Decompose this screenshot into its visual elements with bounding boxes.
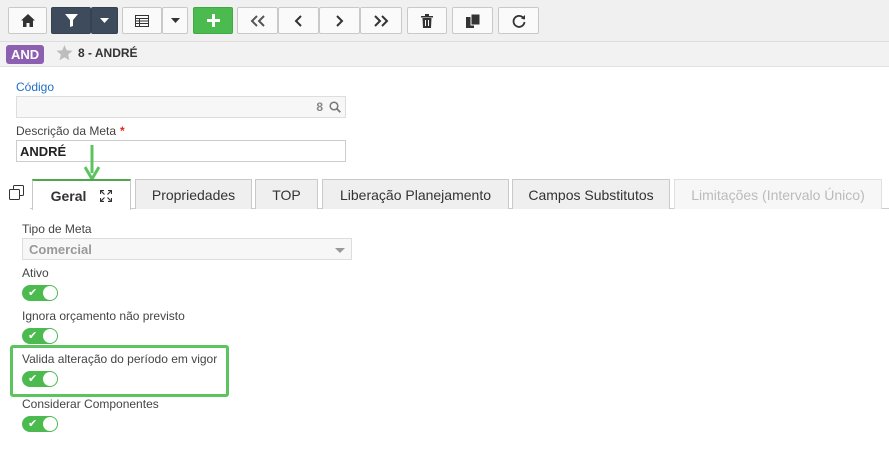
tab-top[interactable]: TOP bbox=[255, 179, 318, 209]
record-badge: AND bbox=[6, 45, 45, 64]
toggle-knob bbox=[43, 417, 57, 431]
tipo-meta-label: Tipo de Meta bbox=[22, 222, 92, 236]
add-button[interactable] bbox=[193, 7, 233, 34]
next-record-button[interactable] bbox=[319, 7, 360, 34]
grid-dropdown-button[interactable] bbox=[162, 7, 188, 34]
description-label-text: Descrição da Meta bbox=[16, 124, 117, 138]
grid-view-button[interactable] bbox=[122, 7, 162, 34]
grid-icon bbox=[135, 14, 149, 27]
duplicate-button[interactable] bbox=[452, 7, 493, 34]
tab-label: Liberação Planejamento bbox=[340, 186, 491, 203]
code-label: Código bbox=[16, 80, 55, 94]
tab-campos-substitutos[interactable]: Campos Substitutos bbox=[512, 179, 670, 209]
toggle-knob bbox=[43, 372, 57, 386]
check-icon: ✔ bbox=[28, 418, 38, 430]
search-icon[interactable] bbox=[329, 101, 341, 116]
ignora-orcamento-label: Ignora orçamento não previsto bbox=[22, 309, 185, 323]
tab-geral[interactable]: Geral bbox=[32, 179, 131, 210]
tab-label: Limitações (Intervalo Único) bbox=[691, 186, 865, 203]
toggle-knob bbox=[43, 329, 57, 343]
plus-icon bbox=[206, 14, 220, 27]
tab-limitacoes: Limitações (Intervalo Único) bbox=[674, 179, 882, 209]
ignora-orcamento-toggle[interactable]: ✔ bbox=[22, 328, 58, 344]
code-field[interactable]: 8 bbox=[16, 96, 346, 118]
copy-icon[interactable] bbox=[9, 185, 24, 203]
description-label: Descrição da Meta * bbox=[16, 124, 125, 138]
tipo-meta-value: Comercial bbox=[29, 242, 92, 257]
filter-dropdown-button[interactable] bbox=[91, 7, 118, 34]
caret-down-icon bbox=[335, 248, 345, 253]
description-field[interactable]: ANDRÉ bbox=[16, 140, 346, 162]
previous-record-button[interactable] bbox=[278, 7, 319, 34]
tab-label: Campos Substitutos bbox=[528, 186, 654, 203]
home-button[interactable] bbox=[8, 7, 47, 34]
caret-down-icon bbox=[170, 18, 180, 23]
refresh-icon bbox=[512, 14, 525, 28]
considerar-componentes-toggle[interactable]: ✔ bbox=[22, 416, 58, 432]
code-value: 8 bbox=[316, 100, 323, 114]
chevron-left-icon bbox=[294, 14, 302, 27]
check-icon: ✔ bbox=[28, 373, 38, 385]
check-icon: ✔ bbox=[28, 330, 38, 342]
check-icon: ✔ bbox=[28, 287, 38, 299]
delete-button[interactable] bbox=[407, 7, 447, 34]
filter-button[interactable] bbox=[51, 7, 91, 34]
caret-down-icon bbox=[100, 18, 109, 23]
record-header: AND 8 - ANDRÉ bbox=[0, 42, 889, 67]
refresh-button[interactable] bbox=[498, 7, 539, 34]
tab-liberacao-planejamento[interactable]: Liberação Planejamento bbox=[322, 179, 509, 209]
first-record-button[interactable] bbox=[237, 7, 278, 34]
arrow-down-icon bbox=[84, 145, 100, 181]
tipo-meta-select[interactable]: Comercial bbox=[22, 238, 352, 260]
ativo-label: Ativo bbox=[22, 266, 49, 280]
toggle-knob bbox=[43, 286, 57, 300]
filter-icon bbox=[64, 14, 78, 27]
tab-label: Geral bbox=[50, 187, 87, 204]
chevron-right-icon bbox=[336, 14, 344, 27]
expand-icon[interactable] bbox=[100, 189, 113, 202]
home-icon bbox=[20, 14, 35, 27]
favorite-star-icon[interactable] bbox=[56, 45, 73, 64]
tab-label: Propriedades bbox=[151, 186, 236, 203]
double-chevron-right-icon bbox=[374, 14, 389, 27]
considerar-componentes-label: Considerar Componentes bbox=[22, 397, 159, 411]
double-chevron-left-icon bbox=[250, 14, 265, 27]
tab-label: TOP bbox=[272, 186, 301, 203]
required-mark: * bbox=[120, 124, 125, 138]
toolbar bbox=[0, 0, 889, 42]
valida-alteracao-label: Valida alteração do período em vigor bbox=[22, 352, 218, 366]
tab-propriedades[interactable]: Propriedades bbox=[135, 179, 252, 209]
record-title: 8 - ANDRÉ bbox=[78, 46, 138, 60]
last-record-button[interactable] bbox=[360, 7, 402, 34]
trash-icon bbox=[421, 13, 433, 28]
copy-icon bbox=[465, 13, 480, 28]
valida-alteracao-toggle[interactable]: ✔ bbox=[22, 371, 58, 387]
ativo-toggle[interactable]: ✔ bbox=[22, 285, 58, 301]
description-value: ANDRÉ bbox=[20, 144, 67, 159]
